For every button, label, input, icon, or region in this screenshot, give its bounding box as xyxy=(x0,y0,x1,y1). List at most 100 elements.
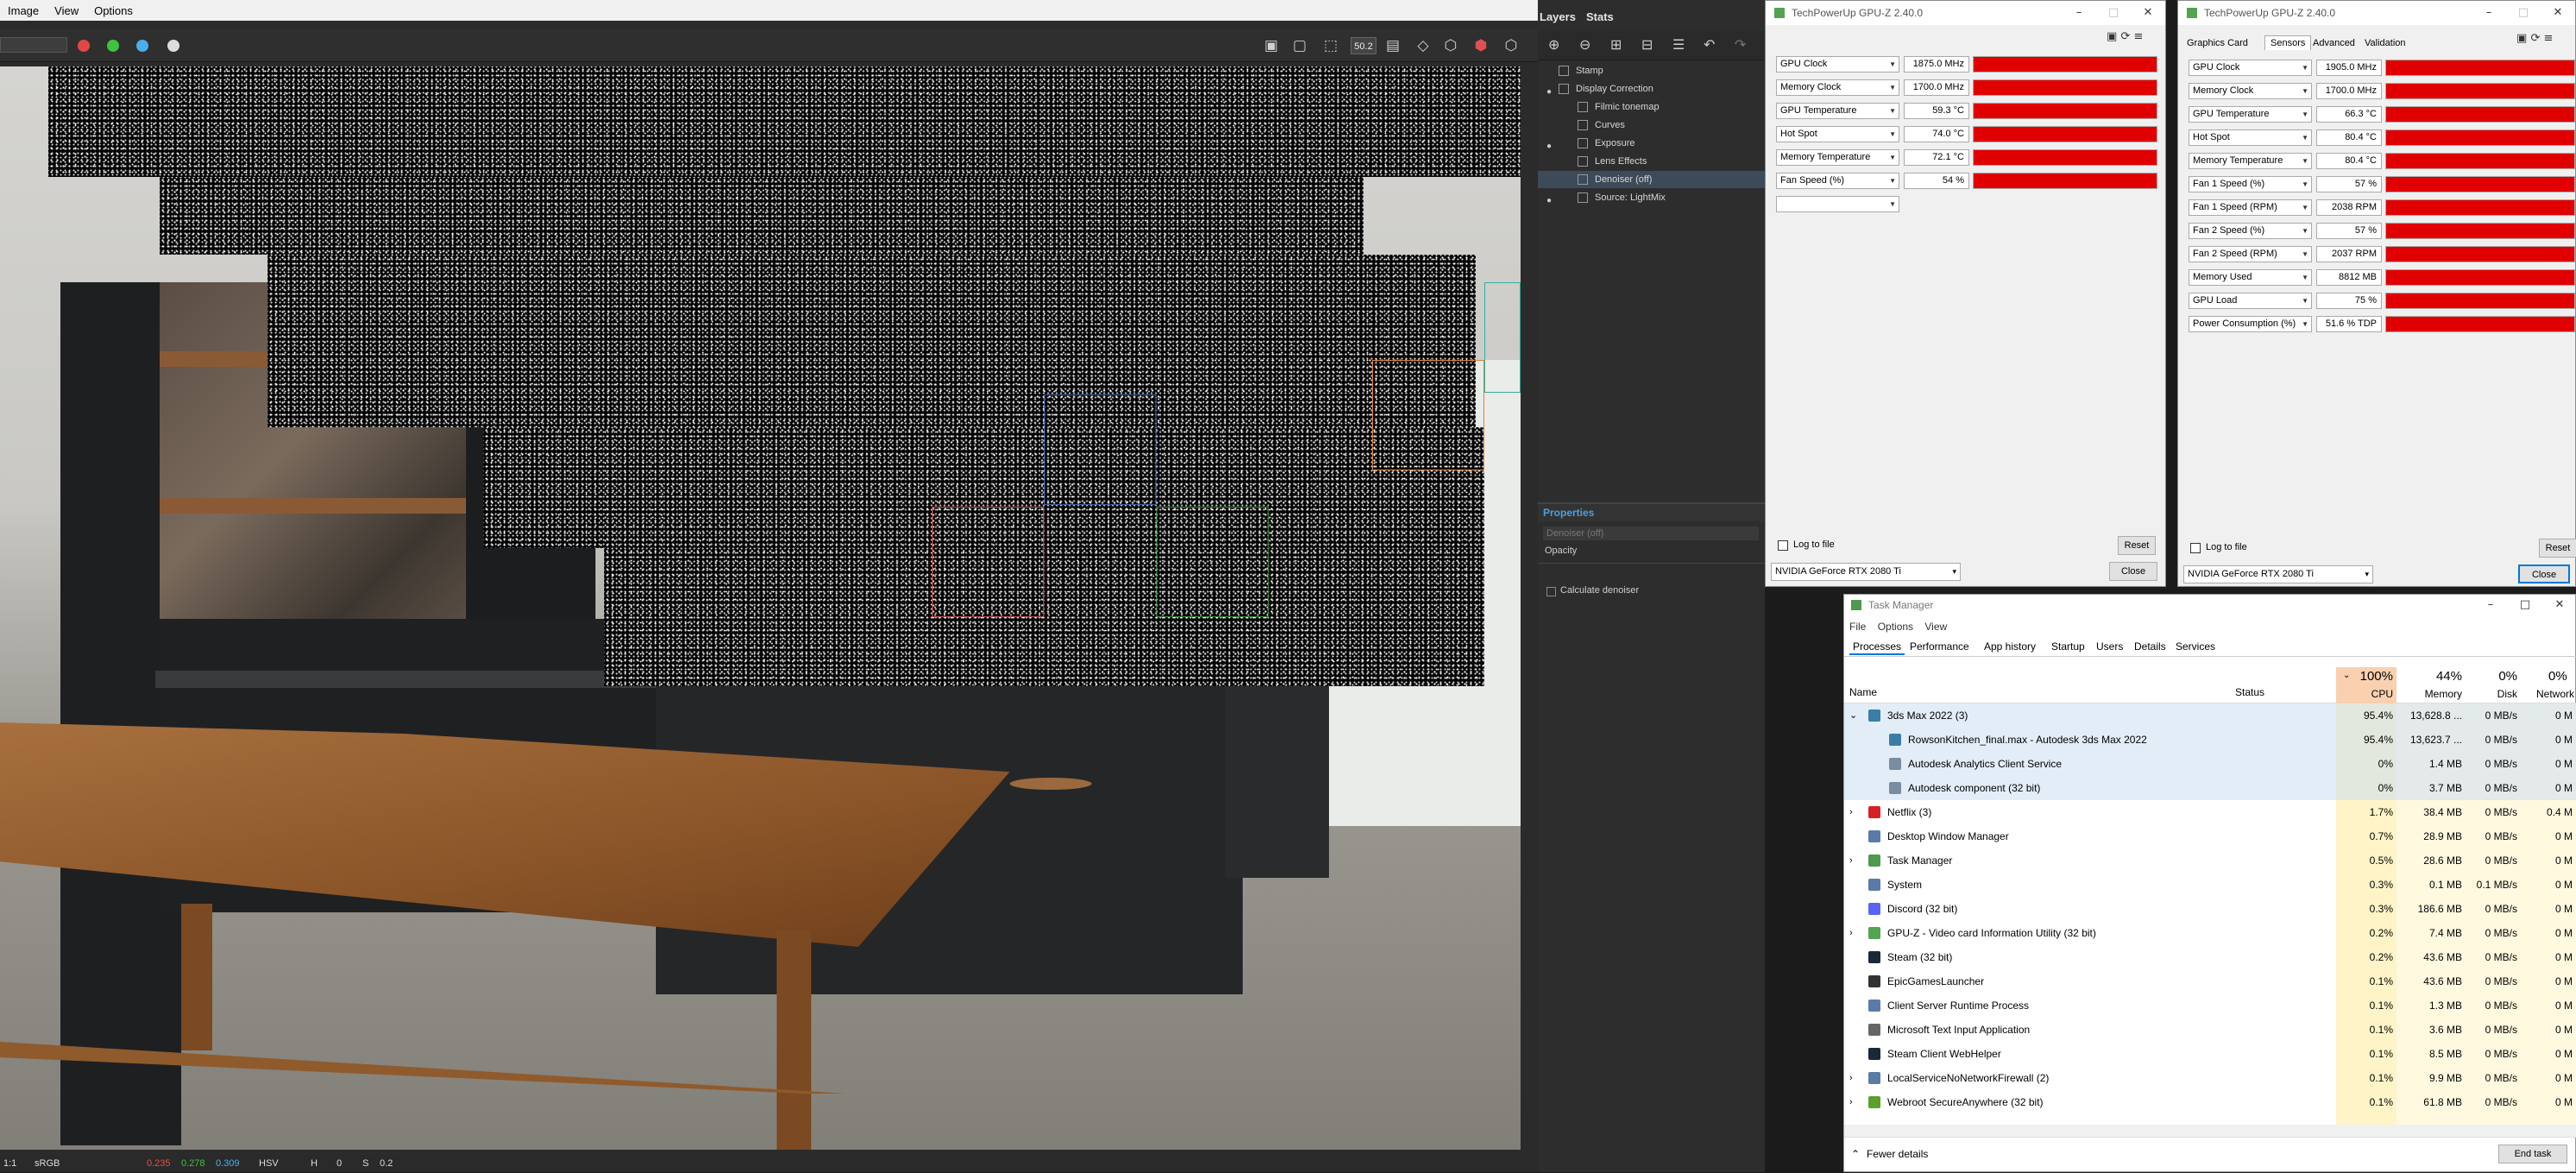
table-row[interactable]: Steam (32 bit) 0.2% 43.6 MB 0 MB/s 0 M xyxy=(1844,945,2576,969)
menu-view[interactable]: View xyxy=(47,4,86,17)
fewer-details-link[interactable]: Fewer details xyxy=(1867,1148,1928,1160)
tab-sensors[interactable]: Sensors xyxy=(2264,35,2312,50)
sensor-name-select[interactable]: Fan 1 Speed (%) ▼ xyxy=(2189,176,2312,192)
tm-menu-options[interactable]: Options xyxy=(1878,621,1913,633)
table-row[interactable]: Discord (32 bit) 0.3% 186.6 MB 0 MB/s 0 M xyxy=(1844,897,2576,921)
horizontal-scrollbar[interactable] xyxy=(1844,1125,2576,1137)
minimize-button[interactable]: – xyxy=(2473,595,2508,615)
gpuz1-log-checkbox[interactable] xyxy=(1778,540,1788,551)
gpuz2-gpu-select[interactable]: NVIDIA GeForce RTX 2080 Ti ▾ xyxy=(2183,565,2373,583)
refresh-icon[interactable]: ⟳ xyxy=(2120,30,2130,43)
layer-row[interactable]: Stamp xyxy=(1538,62,1765,79)
save-icon[interactable]: ▣ xyxy=(1262,36,1281,55)
table-row[interactable]: Autodesk Analytics Client Service 0% 1.4 M… xyxy=(1844,752,2576,776)
save-preset-icon[interactable]: ⊞ xyxy=(1610,36,1622,54)
tab-startup[interactable]: Startup xyxy=(2051,640,2085,653)
maximize-button[interactable]: □ xyxy=(2506,1,2541,25)
table-row[interactable]: › Webroot SecureAnywhere (32 bit) 0.1% 61.8… xyxy=(1844,1090,2576,1114)
tab-users[interactable]: Users xyxy=(2096,640,2123,653)
end-task-button[interactable]: End task xyxy=(2498,1145,2567,1164)
menu-image[interactable]: Image xyxy=(0,4,47,17)
layer-row[interactable]: ● Display Correction xyxy=(1538,80,1765,98)
table-row[interactable]: RowsonKitchen_final.max - Autodesk 3ds M… xyxy=(1844,728,2576,752)
chevron-right-icon[interactable]: › xyxy=(1849,921,1853,945)
chevron-right-icon[interactable]: › xyxy=(1849,1090,1853,1114)
gpuz1-gpu-select[interactable]: NVIDIA GeForce RTX 2080 Ti ▾ xyxy=(1771,563,1961,581)
table-row[interactable]: EpicGamesLauncher 0.1% 43.6 MB 0 MB/s 0 M xyxy=(1844,969,2576,993)
sensor-name-select[interactable]: GPU Clock ▼ xyxy=(1776,56,1899,73)
tab-processes[interactable]: Processes xyxy=(1849,640,1905,655)
col-network[interactable]: 0% Network xyxy=(2521,667,2576,703)
layer-row[interactable]: Filmic tonemap xyxy=(1538,98,1765,116)
sensor-name-select[interactable]: Hot Spot ▼ xyxy=(2189,129,2312,146)
history-icon[interactable]: ◇ xyxy=(1414,36,1433,55)
table-row[interactable]: › GPU-Z - Video card Information Utility … xyxy=(1844,921,2576,945)
clear-icon[interactable]: ▢ xyxy=(1290,36,1309,55)
region-icon[interactable]: ⬚ xyxy=(1321,36,1340,55)
undo-icon[interactable]: ↶ xyxy=(1704,36,1715,54)
menu-options[interactable]: Options xyxy=(86,4,141,17)
gpuz2-reset-button[interactable]: Reset xyxy=(2539,539,2576,558)
sensor-name-select[interactable]: Fan 2 Speed (%) ▼ xyxy=(2189,223,2312,239)
gpuz2-log-checkbox[interactable] xyxy=(2190,543,2201,553)
layer-row[interactable]: ● Exposure xyxy=(1538,135,1765,152)
sensor-name-select[interactable]: Memory Clock ▼ xyxy=(2189,83,2312,99)
sensor-name-select[interactable]: GPU Clock ▼ xyxy=(2189,60,2312,76)
chevron-right-icon[interactable]: › xyxy=(1849,1066,1853,1090)
sensor-name-select[interactable]: ▼ xyxy=(1776,196,1899,212)
ipr-icon[interactable]: ⬡ xyxy=(1502,36,1521,55)
layer-row[interactable]: ● Source: LightMix xyxy=(1538,189,1765,206)
table-row[interactable]: ⌄ 3ds Max 2022 (3) 95.4% 13,628.8 ... 0 MB/s… xyxy=(1844,703,2576,728)
layer-name-field[interactable]: Denoiser (off) xyxy=(1543,527,1759,540)
lens-icon[interactable]: ▤ xyxy=(1383,36,1402,55)
tab-services[interactable]: Services xyxy=(2176,640,2215,653)
layer-row[interactable]: Lens Effects xyxy=(1538,153,1765,170)
menu-icon[interactable]: ≡ xyxy=(2133,30,2143,43)
table-row[interactable]: System 0.3% 0.1 MB 0.1 MB/s 0 M xyxy=(1844,873,2576,897)
chevron-right-icon[interactable]: › xyxy=(1849,848,1853,873)
table-row[interactable]: › LocalServiceNoNetworkFirewall (2) 0.1% 9.… xyxy=(1844,1066,2576,1090)
table-row[interactable]: Autodesk component (32 bit) 0% 3.7 MB 0 MB/… xyxy=(1844,776,2576,800)
green-channel-button[interactable] xyxy=(107,40,119,52)
menu-icon[interactable]: ≡ xyxy=(2543,32,2553,45)
render-viewport[interactable] xyxy=(0,66,1521,1150)
remove-layer-icon[interactable]: ⊖ xyxy=(1579,36,1590,54)
minimize-button[interactable]: – xyxy=(2472,1,2506,25)
sensor-name-select[interactable]: Memory Temperature ▼ xyxy=(1776,149,1899,166)
sensor-name-select[interactable]: GPU Temperature ▼ xyxy=(2189,106,2312,123)
maximize-button[interactable]: □ xyxy=(2508,595,2542,615)
sensor-name-select[interactable]: GPU Load ▼ xyxy=(2189,293,2312,309)
sensor-name-select[interactable]: Memory Clock ▼ xyxy=(1776,79,1899,96)
redo-icon[interactable]: ↷ xyxy=(1735,36,1746,54)
chevron-down-icon[interactable]: ⌄ xyxy=(1849,703,1857,728)
sensor-name-select[interactable]: Fan Speed (%) ▼ xyxy=(1776,173,1899,189)
table-row[interactable]: Desktop Window Manager 0.7% 28.9 MB 0 MB/s 0… xyxy=(1844,824,2576,848)
tm-menu-file[interactable]: File xyxy=(1849,621,1866,633)
col-status[interactable]: Status xyxy=(2235,686,2264,698)
chevron-right-icon[interactable]: › xyxy=(1849,800,1853,824)
sensor-name-select[interactable]: GPU Temperature ▼ xyxy=(1776,103,1899,119)
tab-details[interactable]: Details xyxy=(2134,640,2166,653)
render-element-select[interactable] xyxy=(0,37,67,53)
add-layer-icon[interactable]: ⊕ xyxy=(1548,36,1559,54)
sensor-name-select[interactable]: Hot Spot ▼ xyxy=(1776,126,1899,142)
gpuz1-close-button[interactable]: Close xyxy=(2109,562,2157,581)
gpuz1-reset-button[interactable]: Reset xyxy=(2118,536,2156,555)
table-row[interactable]: Client Server Runtime Process 0.1% 1.3 MB 0… xyxy=(1844,993,2576,1018)
tab-validation[interactable]: Validation xyxy=(2365,38,2406,48)
close-window-button[interactable]: ✕ xyxy=(2541,1,2575,25)
tab-app-history[interactable]: App history xyxy=(1984,640,2036,653)
render-icon[interactable]: ⬡ xyxy=(1441,36,1460,55)
minimize-button[interactable]: – xyxy=(2062,1,2096,25)
layer-row[interactable]: Denoiser (off) xyxy=(1538,171,1765,188)
close-window-button[interactable]: ✕ xyxy=(2131,1,2165,25)
tm-menu-view[interactable]: View xyxy=(1924,621,1947,633)
maximize-button[interactable]: □ xyxy=(2096,1,2131,25)
zoom-value[interactable]: 50.2 xyxy=(1351,37,1376,54)
tab-advanced[interactable]: Advanced xyxy=(2313,38,2355,48)
sensor-name-select[interactable]: Fan 2 Speed (RPM) ▼ xyxy=(2189,246,2312,262)
gpuz2-close-button[interactable]: Close xyxy=(2518,564,2570,583)
sensor-name-select[interactable]: Memory Temperature ▼ xyxy=(2189,153,2312,169)
red-channel-button[interactable] xyxy=(78,40,90,52)
calculate-checkbox[interactable] xyxy=(1546,587,1556,596)
